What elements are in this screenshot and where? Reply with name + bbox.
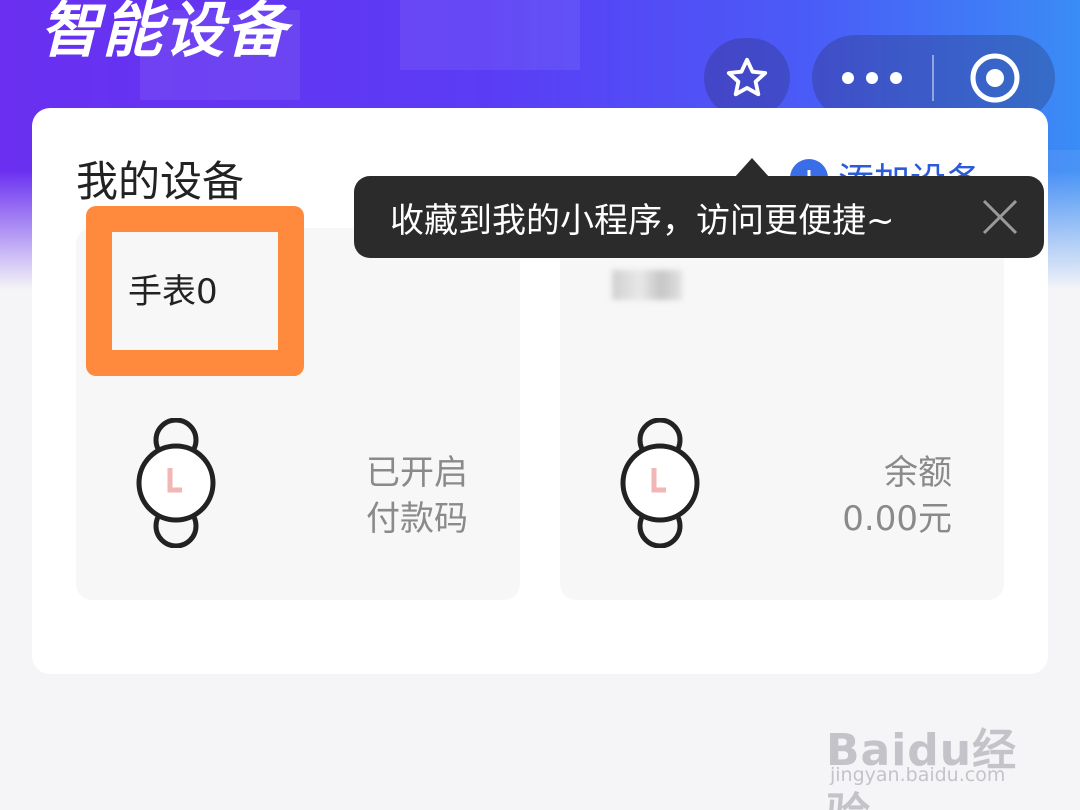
- balance-value: 0.00元: [842, 499, 952, 539]
- watch-icon: [136, 418, 216, 548]
- close-icon[interactable]: [980, 197, 1020, 237]
- device-name-blurred: [612, 270, 682, 300]
- highlight-annotation: [86, 206, 304, 376]
- balance-label: 余额: [884, 453, 952, 493]
- target-icon: [970, 53, 1019, 103]
- status-line-2: 付款码: [366, 499, 468, 539]
- tooltip-text: 收藏到我的小程序，访问更便捷~: [390, 200, 895, 241]
- watch-icon: [620, 418, 700, 548]
- device-balance: 余额 0.00元: [842, 450, 952, 542]
- page-title: 智能设备: [40, 0, 288, 66]
- star-icon: [726, 57, 768, 97]
- favorite-button[interactable]: [704, 38, 790, 118]
- more-dots-icon: [842, 72, 902, 84]
- status-line-1: 已开启: [366, 453, 468, 493]
- device-status: 已开启 付款码: [366, 450, 468, 542]
- watermark-main: Baidu经验: [826, 725, 1018, 810]
- watermark-sub: jingyan.baidu.com: [830, 764, 1006, 786]
- section-title: 我的设备: [76, 157, 245, 206]
- baidu-watermark: Baidu经验 jingyan.baidu.com: [826, 690, 1036, 810]
- tooltip-arrow: [734, 158, 770, 178]
- favorite-tooltip: 收藏到我的小程序，访问更便捷~: [354, 176, 1044, 258]
- device-card-second[interactable]: 余额 0.00元: [560, 228, 1004, 600]
